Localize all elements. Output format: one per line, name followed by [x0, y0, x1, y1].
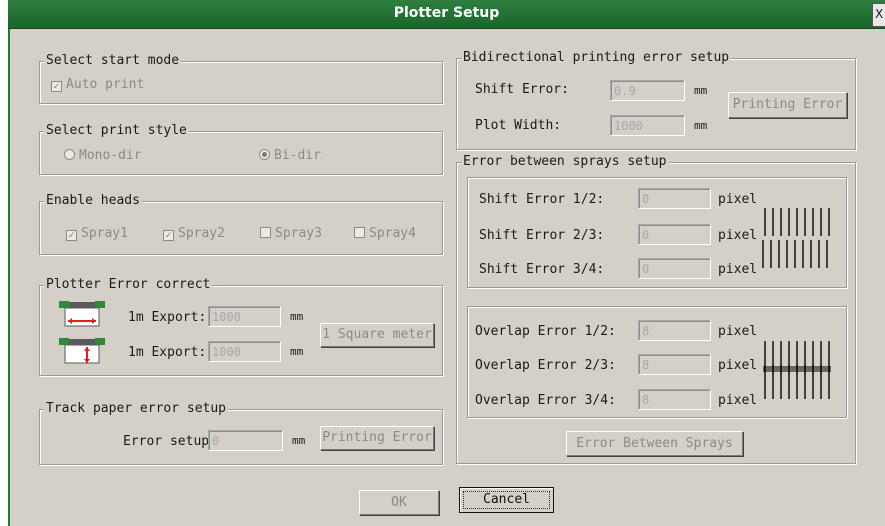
export-unit-1: mm: [290, 310, 304, 323]
group-legend: Select print style: [44, 123, 189, 138]
radio-off-icon: [64, 149, 75, 160]
shift-error-label: Shift Error:: [475, 82, 569, 97]
bi-dir-label: Bi-dir: [274, 148, 321, 163]
auto-print-label: Auto print: [66, 77, 145, 92]
close-icon[interactable]: X: [872, 3, 885, 27]
track-error-input[interactable]: 0: [208, 430, 283, 451]
shift-error-unit: mm: [694, 84, 708, 97]
overlap-error-34-unit: pixel: [718, 393, 758, 408]
overlap-error-23-input[interactable]: 8: [638, 354, 711, 375]
title-bar[interactable]: Plotter Setup: [8, 0, 885, 29]
background-strip: [0, 0, 8, 526]
checkbox-checked-icon: ✓: [51, 81, 62, 92]
group-legend: Track paper error setup: [44, 401, 229, 416]
group-legend: Select start mode: [44, 53, 182, 68]
bidirectional-printing-error-button[interactable]: Printing Error: [728, 92, 847, 118]
shift-error-12-unit: pixel: [718, 192, 758, 207]
shift-error-34-input[interactable]: 0: [638, 258, 711, 279]
shift-error-23-label: Shift Error 2/3:: [479, 228, 605, 243]
shift-error-12-label: Shift Error 1/2:: [479, 192, 605, 207]
mono-dir-label: Mono-dir: [79, 148, 142, 163]
shift-error-23-input[interactable]: 0: [638, 224, 711, 245]
window-left-border: [8, 0, 10, 526]
error-between-sprays-button[interactable]: Error Between Sprays: [566, 431, 743, 456]
checkbox-checked-icon: ✓: [66, 230, 77, 241]
overlap-error-12-input[interactable]: 8: [638, 320, 711, 341]
export-input-2[interactable]: 1000: [208, 341, 281, 362]
overlap-error-12-unit: pixel: [718, 324, 758, 339]
group-legend: Enable heads: [44, 193, 142, 208]
checkbox-checked-icon: ✓: [163, 230, 174, 241]
track-error-unit: mm: [292, 434, 306, 447]
shift-pattern-icon: [762, 208, 830, 268]
export-unit-2: mm: [290, 345, 304, 358]
group-legend: Bidirectional printing error setup: [461, 50, 732, 65]
spray4-label: Spray4: [369, 226, 416, 241]
spray4-checkbox[interactable]: Spray4: [354, 226, 416, 241]
shift-error-input[interactable]: 0.9: [610, 80, 685, 101]
group-legend: Error between sprays setup: [461, 154, 669, 169]
vertical-measure-icon: [59, 338, 105, 364]
focus-ring: [463, 491, 550, 509]
export-label-1: 1m Export:: [128, 310, 207, 325]
export-input-1[interactable]: 1000: [208, 306, 281, 327]
overlap-error-34-input[interactable]: 8: [638, 389, 711, 410]
shift-error-34-label: Shift Error 3/4:: [479, 262, 605, 277]
window-title: Plotter Setup: [393, 5, 500, 21]
mono-dir-radio[interactable]: Mono-dir: [64, 148, 142, 163]
square-meter-button[interactable]: 1 Square meter: [320, 323, 434, 347]
spray2-checkbox[interactable]: ✓ Spray2: [163, 226, 225, 241]
error-setup-label: Error setup:: [123, 434, 217, 449]
group-legend: Plotter Error correct: [44, 277, 213, 292]
overlap-error-12-label: Overlap Error 1/2:: [475, 324, 616, 339]
spray1-label: Spray1: [81, 226, 128, 241]
spray3-checkbox[interactable]: Spray3: [260, 226, 322, 241]
spray2-label: Spray2: [178, 226, 225, 241]
ok-button[interactable]: OK: [359, 490, 439, 515]
checkbox-unchecked-icon: [354, 227, 365, 238]
shift-error-23-unit: pixel: [718, 228, 758, 243]
export-label-2: 1m Export:: [128, 345, 207, 360]
plot-width-input[interactable]: 1000: [610, 115, 685, 136]
horizontal-measure-icon: [59, 301, 105, 327]
spray1-checkbox[interactable]: ✓ Spray1: [66, 226, 128, 241]
track-printing-error-button[interactable]: Printing Error: [320, 426, 434, 450]
overlap-pattern-icon: [763, 341, 831, 399]
plot-width-unit: mm: [694, 119, 708, 132]
plot-width-label: Plot Width:: [475, 118, 562, 133]
radio-on-icon: [259, 149, 270, 160]
spray3-label: Spray3: [275, 226, 322, 241]
shift-error-12-input[interactable]: 0: [638, 188, 711, 209]
cancel-button[interactable]: Cancel: [459, 487, 554, 513]
overlap-error-34-label: Overlap Error 3/4:: [475, 393, 616, 408]
checkbox-unchecked-icon: [260, 227, 271, 238]
bi-dir-radio[interactable]: Bi-dir: [259, 148, 321, 163]
shift-error-34-unit: pixel: [718, 262, 758, 277]
auto-print-checkbox[interactable]: ✓ Auto print: [51, 77, 144, 92]
overlap-error-23-label: Overlap Error 2/3:: [475, 358, 616, 373]
overlap-error-23-unit: pixel: [718, 358, 758, 373]
